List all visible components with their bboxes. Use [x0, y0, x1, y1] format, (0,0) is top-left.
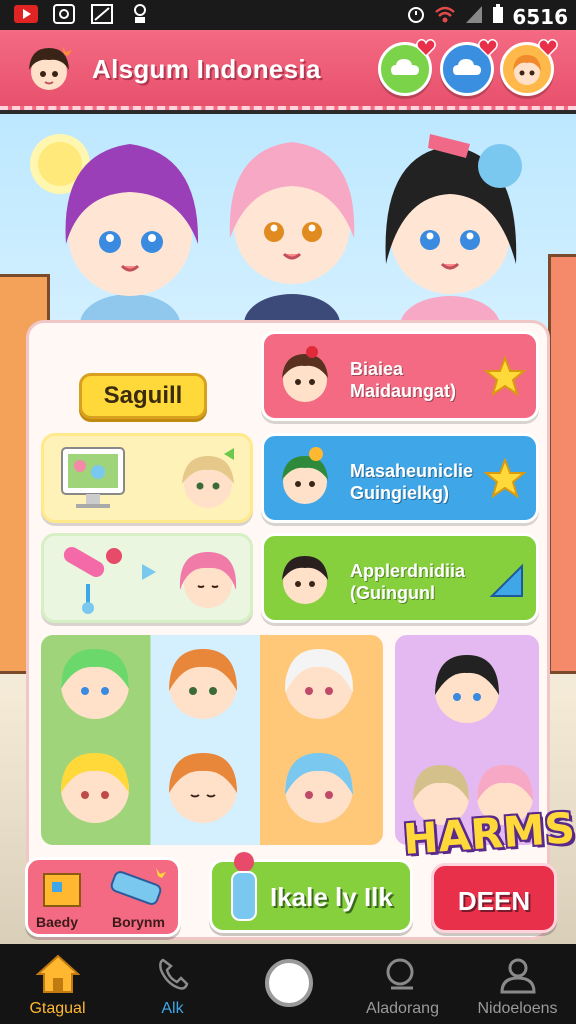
character-avatar — [182, 448, 234, 508]
search-icon — [386, 958, 414, 990]
heart-icon — [538, 39, 558, 58]
character-avatar — [282, 447, 328, 504]
status-bar: 6516 — [0, 0, 576, 30]
card-title: Applerdnidiia — [350, 561, 466, 581]
saguill-button[interactable]: Saguill — [79, 373, 207, 419]
house-right — [548, 254, 576, 674]
harms-logo: HARMS — [401, 803, 576, 864]
card-masaheuniclie[interactable]: Masaheuniclie Guingielkg) — [261, 433, 539, 523]
joystick-icon — [63, 547, 122, 614]
signal-icon — [464, 4, 484, 29]
notification-icon — [128, 3, 152, 25]
bottom-navigation: Gtagual Alk Aladorang Nidoeloens — [0, 944, 576, 1024]
card-applerdnidiia[interactable]: Applerdnidiia (Guingunl — [261, 533, 539, 623]
ikale-button[interactable]: Ikale ly Ilk — [209, 852, 413, 933]
battery-icon — [492, 4, 504, 29]
star-icon — [484, 356, 526, 397]
card-title: Biaiea — [350, 359, 404, 379]
heart-icon — [478, 39, 498, 58]
nav-item-gtagual[interactable]: Gtagual — [0, 944, 115, 1024]
ikale-button-label: Ikale ly Ilk — [270, 882, 393, 912]
nav-item-nidoeloens[interactable]: Nidoeloens — [460, 944, 575, 1024]
character-avatar — [179, 552, 237, 608]
box-icon — [43, 873, 81, 907]
character-avatar — [282, 556, 328, 604]
page-title: Alsgum Indonesia — [92, 54, 321, 84]
nav-home-button[interactable] — [230, 944, 345, 1024]
youtube-icon — [14, 3, 38, 25]
main-scene: Saguill Biaiea Maidaungat) Masaheuniclie… — [0, 114, 576, 944]
profile-icon — [500, 958, 536, 994]
tile-computer[interactable] — [41, 433, 253, 523]
content-panel: Saguill Biaiea Maidaungat) Masaheuniclie… — [25, 320, 576, 940]
deen-button[interactable]: DEEN — [431, 863, 557, 933]
wifi-icon — [434, 4, 456, 29]
baedy-label: Baedy — [36, 914, 79, 930]
card-title: Masaheuniclie — [350, 461, 474, 481]
character-button[interactable] — [500, 39, 558, 96]
character-avatar — [282, 346, 328, 402]
home-circle-icon — [265, 959, 313, 1007]
clock-time: 6516 — [512, 4, 568, 29]
character-grid — [41, 635, 383, 845]
nav-label: Gtagual — [29, 1000, 86, 1017]
edit-icon — [90, 3, 114, 25]
star-icon — [484, 458, 526, 499]
borynm-label: Borynm — [112, 914, 165, 930]
nav-label: Nidoeloens — [477, 1000, 558, 1017]
nav-label: Aladorang — [366, 1000, 439, 1017]
nav-item-alk[interactable]: Alk — [115, 944, 230, 1024]
nav-label: Alk — [161, 1000, 184, 1017]
nav-item-aladorang[interactable]: Aladorang — [345, 944, 460, 1024]
baedy-borynm-tile[interactable]: Baedy Borynm — [25, 857, 181, 937]
card-subtitle: Maidaungat) — [350, 381, 456, 401]
phone-icon — [159, 958, 189, 990]
gallery-icon — [52, 3, 76, 25]
card-subtitle: (Guingunl — [350, 583, 435, 603]
potion-icon — [231, 852, 257, 921]
cloud-button-green[interactable] — [378, 39, 436, 96]
computer-icon — [61, 447, 125, 508]
shape-icon — [489, 563, 523, 597]
alarm-icon — [406, 4, 426, 29]
cloud-button-blue[interactable] — [440, 39, 498, 96]
card-subtitle: Guingielkg) — [350, 483, 449, 503]
app-header: Alsgum Indonesia — [0, 30, 576, 110]
card-biaiea[interactable]: Biaiea Maidaungat) — [261, 331, 539, 421]
deen-button-label: DEEN — [457, 886, 531, 916]
hero-characters — [65, 134, 522, 354]
tile-joystick[interactable] — [41, 533, 253, 623]
profile-avatar[interactable] — [18, 38, 80, 100]
heart-icon — [416, 39, 436, 58]
play-arrow-icon — [142, 564, 156, 580]
home-icon — [36, 954, 80, 993]
pencil-case-icon — [110, 868, 166, 905]
